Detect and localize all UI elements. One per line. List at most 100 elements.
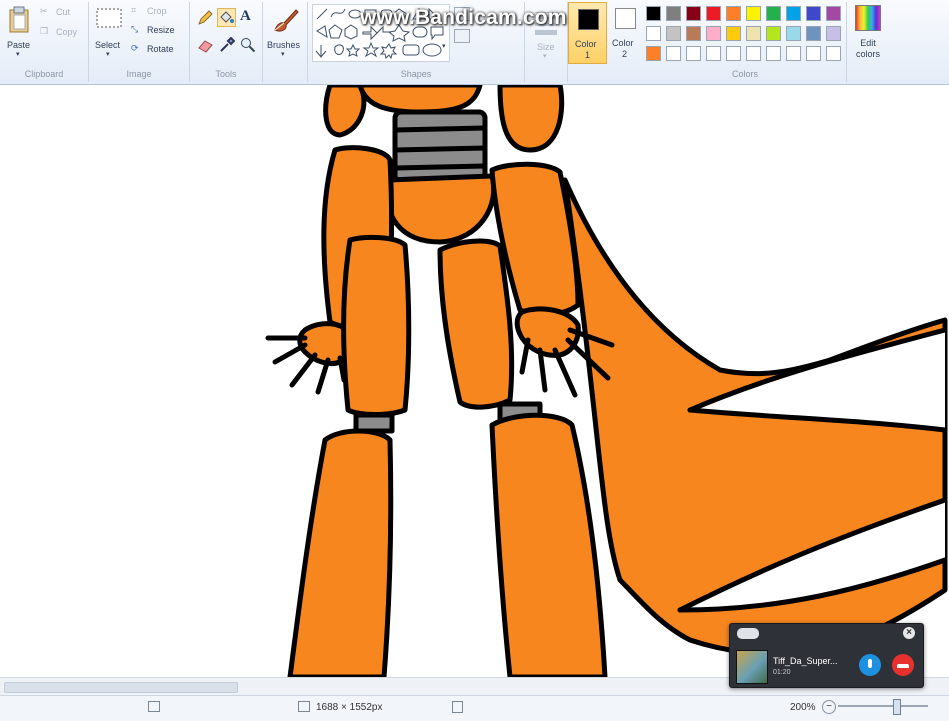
palette-swatch[interactable]	[646, 46, 661, 61]
crop-icon: ⌗	[131, 5, 137, 15]
copy-label: Copy	[56, 27, 78, 37]
drawing-canvas[interactable]	[0, 85, 949, 677]
image-group-label: Image	[126, 69, 152, 79]
zoom-level: 200%	[790, 702, 816, 713]
paste-button[interactable]: Paste ▾	[4, 4, 34, 59]
tools-group: A Tools	[190, 2, 263, 82]
palette-swatch[interactable]	[646, 26, 661, 41]
resize-icon: ⤡	[131, 24, 139, 34]
call-notification: × Tiff_Da_Super... 01:20	[729, 623, 924, 688]
palette-swatch[interactable]	[746, 26, 761, 41]
color1-swatch	[578, 9, 599, 30]
cursor-position-icon	[148, 701, 160, 712]
copy-icon: ❐	[40, 26, 49, 36]
color1-button[interactable]: Color 1	[568, 2, 607, 64]
resize-button[interactable]: ⤡ Resize	[131, 24, 185, 38]
select-button[interactable]: Select ▾	[93, 4, 127, 59]
palette-swatch[interactable]	[706, 26, 721, 41]
brush-icon	[274, 9, 299, 32]
cut-button[interactable]: ✂ Cut	[40, 6, 84, 20]
palette-swatch[interactable]	[726, 26, 741, 41]
clipboard-icon	[9, 6, 29, 33]
crop-label: Crop	[147, 6, 167, 16]
edit-colors-label: Edit colors	[855, 38, 880, 59]
colors-group-label: Colors	[731, 69, 758, 79]
palette-swatch[interactable]	[706, 46, 721, 61]
eraser-icon[interactable]	[197, 39, 214, 53]
close-icon[interactable]: ×	[903, 627, 915, 639]
left-shin	[287, 428, 394, 677]
palette-swatch[interactable]	[766, 6, 781, 21]
color2-number: 2	[622, 49, 628, 59]
chevron-down-icon: ▾	[543, 53, 547, 60]
palette-swatch[interactable]	[646, 6, 661, 21]
hang-up-icon	[897, 664, 909, 668]
chevron-down-icon: ▾	[106, 51, 110, 58]
call-time: 01:20	[773, 669, 791, 676]
scrollbar-thumb[interactable]	[4, 682, 238, 693]
chevron-down-icon: ▾	[281, 51, 285, 58]
size-label: Size	[537, 42, 555, 52]
palette-swatch[interactable]	[826, 46, 841, 61]
color1-number: 1	[585, 50, 591, 60]
paint-bucket-icon	[220, 11, 234, 23]
zoom-out-button[interactable]: −	[822, 700, 836, 714]
palette-swatch[interactable]	[766, 46, 781, 61]
resize-label: Resize	[147, 25, 175, 35]
image-dimensions: 1688 × 1552px	[316, 702, 383, 713]
select-rectangle-icon	[96, 8, 122, 28]
image-size-icon	[298, 701, 310, 712]
color2-button[interactable]: Color 2	[609, 2, 643, 64]
color2-swatch	[615, 8, 636, 29]
colors-group: Colors	[644, 2, 847, 82]
zoom-slider-thumb[interactable]	[893, 699, 901, 715]
brushes-button[interactable]: Brushes ▾	[265, 4, 305, 64]
paste-label: Paste	[7, 40, 31, 50]
palette-swatch[interactable]	[786, 6, 801, 21]
crop-button[interactable]: ⌗ Crop	[131, 5, 185, 19]
contact-name: Tiff_Da_Super...	[773, 656, 838, 666]
robot-drawing	[265, 85, 948, 677]
pencil-icon[interactable]	[197, 10, 213, 26]
scissors-icon: ✂	[40, 6, 48, 16]
rotate-icon: ⟳	[131, 43, 139, 53]
magnifier-icon[interactable]	[240, 37, 256, 53]
text-tool-icon[interactable]: A	[240, 8, 251, 25]
palette-swatch[interactable]	[806, 6, 821, 21]
palette-swatch[interactable]	[666, 26, 681, 41]
palette-swatch[interactable]	[786, 46, 801, 61]
fill-tool-button[interactable]	[217, 8, 236, 27]
palette-swatch[interactable]	[666, 46, 681, 61]
color-picker-icon[interactable]	[219, 37, 235, 53]
right-thigh	[437, 238, 515, 410]
brushes-group: Brushes ▾	[263, 2, 308, 82]
palette-swatch[interactable]	[686, 6, 701, 21]
fill-button[interactable]	[454, 29, 470, 43]
palette-swatch[interactable]	[806, 26, 821, 41]
palette-swatch[interactable]	[686, 26, 701, 41]
zoom-slider[interactable]	[838, 699, 928, 715]
right-upper-arm	[497, 85, 565, 153]
palette-swatch[interactable]	[726, 46, 741, 61]
edit-colors-button[interactable]: Edit colors	[848, 2, 886, 66]
color1-label: Color	[575, 39, 597, 49]
color2-label: Color	[612, 38, 634, 48]
clipboard-group: Paste ▾ ✂ Cut ❐ Copy Clipboard	[0, 2, 89, 82]
clipboard-group-label: Clipboard	[24, 69, 64, 79]
palette-swatch[interactable]	[686, 46, 701, 61]
scroll-arrows-icon[interactable]: ▾	[442, 42, 446, 50]
palette-swatch[interactable]	[826, 6, 841, 21]
palette-swatch[interactable]	[766, 26, 781, 41]
palette-swatch[interactable]	[666, 6, 681, 21]
palette-swatch[interactable]	[746, 46, 761, 61]
palette-swatch[interactable]	[706, 6, 721, 21]
palette-swatch[interactable]	[726, 6, 741, 21]
palette-swatch[interactable]	[806, 46, 821, 61]
palette-swatch[interactable]	[826, 26, 841, 41]
palette-swatch[interactable]	[746, 6, 761, 21]
rotate-button[interactable]: ⟳ Rotate	[131, 43, 185, 57]
brushes-label: Brushes	[267, 40, 301, 50]
palette-swatch[interactable]	[786, 26, 801, 41]
copy-button[interactable]: ❐ Copy	[40, 26, 84, 40]
status-bar: 1688 × 1552px 200% −	[0, 695, 949, 721]
